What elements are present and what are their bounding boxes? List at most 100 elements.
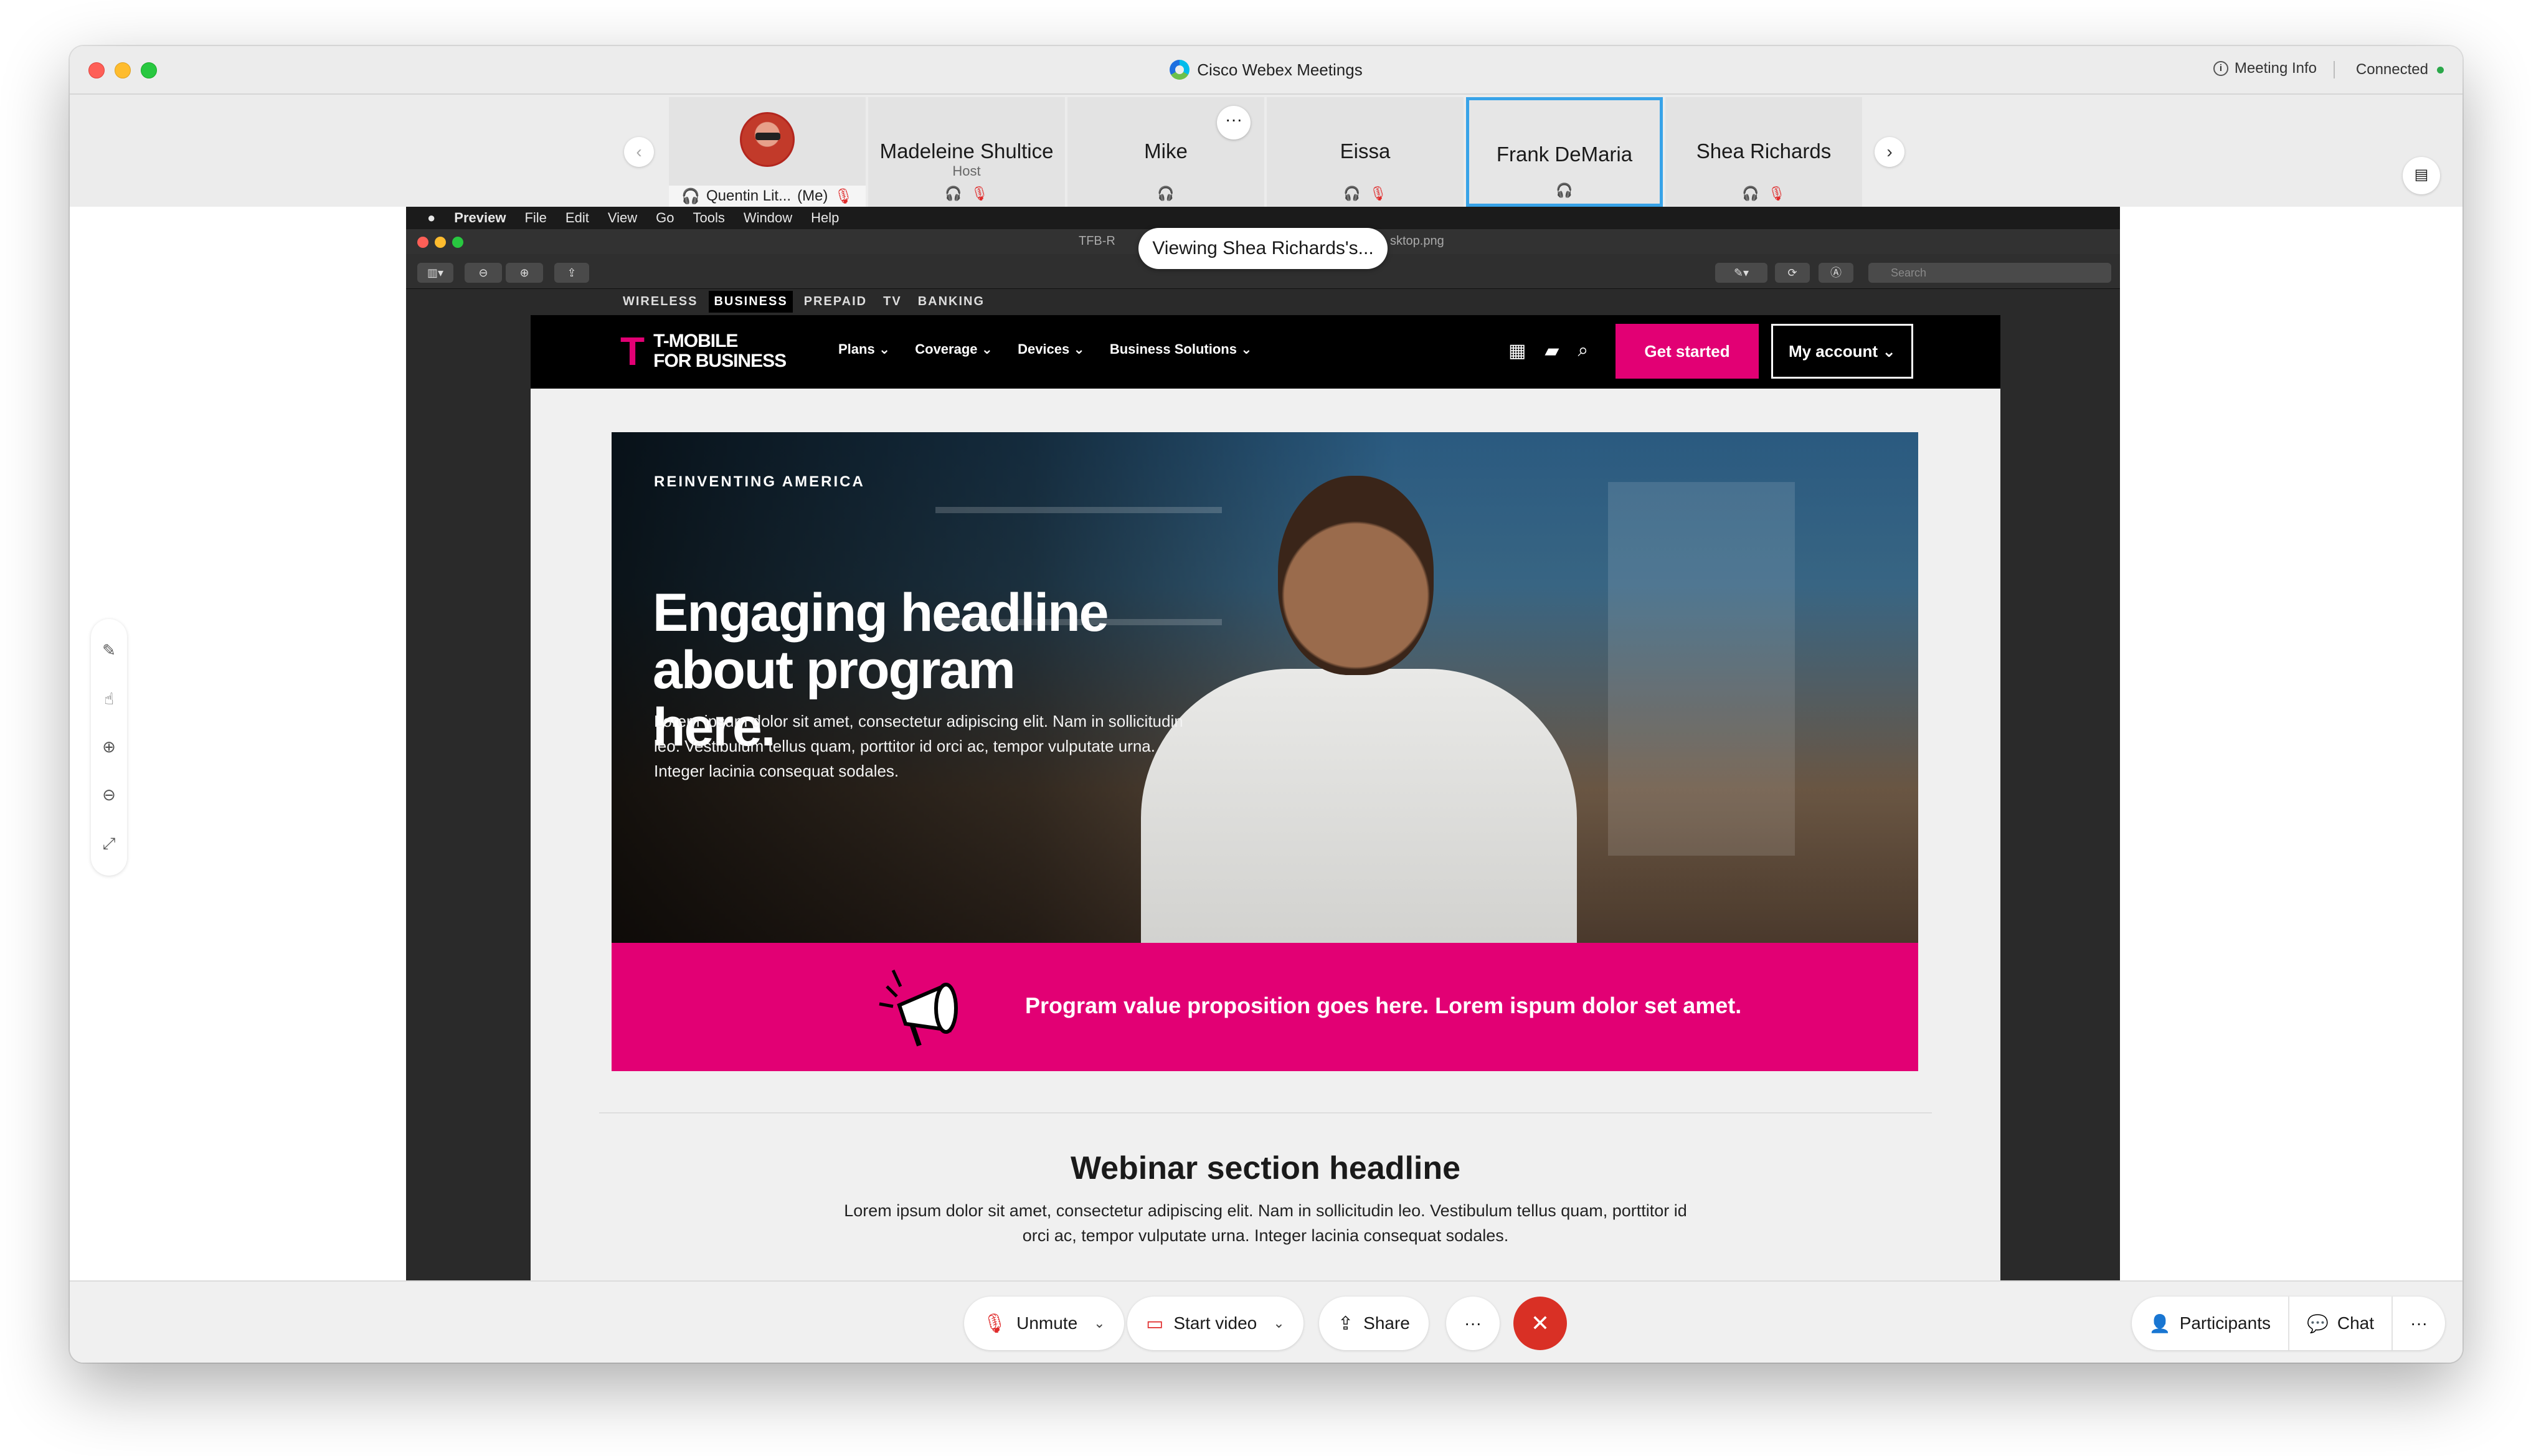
value-proposition-bar: Program value proposition goes here. Lor… — [612, 943, 1918, 1071]
participant-tile[interactable]: ··· Mike 🎧 — [1067, 97, 1264, 207]
me-suffix: (Me) — [797, 187, 828, 204]
logo-line-2: FOR BUSINESS — [653, 351, 787, 371]
strip-prev-button[interactable]: ‹ — [624, 137, 654, 167]
get-started-button: Get started — [1616, 324, 1759, 379]
hero-body: Lorem ipsum dolor sit amet, consectetur … — [654, 712, 1183, 780]
section-divider — [599, 1112, 1932, 1113]
zoom-in-icon: ⊕ — [506, 263, 543, 283]
muted-mic-icon: 🎙 — [1369, 186, 1387, 201]
meeting-info-label: Meeting Info — [2234, 60, 2317, 77]
site-nav-icons: ▦ ▰ ⌕ — [1508, 340, 1588, 362]
audio-icon: 🎧 — [1157, 186, 1175, 201]
site-top-tab: WIRELESS — [623, 294, 698, 308]
participant-tile[interactable]: Madeleine Shultice Host 🎧 🎙 — [868, 97, 1065, 207]
nav-business-solutions: Business Solutions ⌄ — [1109, 341, 1252, 357]
tmobile-t-mark: T — [620, 329, 645, 374]
connection-status-text: Connected — [2355, 61, 2428, 78]
participant-more-button[interactable]: ··· — [1217, 106, 1251, 139]
logo-line-1: T-MOBILE — [653, 331, 738, 351]
nav-plans: Plans ⌄ — [838, 341, 891, 357]
site-top-tabs: WIRELESS BUSINESS PREPAID TV BANKING — [618, 289, 990, 314]
unmute-button[interactable]: 🎙 Unmute ⌄ — [964, 1297, 1124, 1350]
more-options-button[interactable]: ··· — [1446, 1297, 1500, 1350]
panel-buttons: 👤 Participants 💬 Chat ··· — [2131, 1297, 2445, 1350]
apple-icon: ● — [427, 210, 436, 225]
zoom-out-icon[interactable]: ⊖ — [102, 785, 116, 805]
share-icon: ⇪ — [554, 263, 589, 283]
site-top-tab: BANKING — [917, 294, 985, 308]
nav-devices: Devices ⌄ — [1018, 341, 1085, 357]
annotate-icon[interactable]: ✎ — [102, 641, 116, 660]
rotate-icon: ⟳ — [1775, 263, 1810, 283]
sharing-audio-icon: 🎧 — [1742, 186, 1759, 201]
megaphone-icon — [879, 969, 958, 1047]
unmute-label: Unmute — [1016, 1313, 1078, 1333]
menu-item: Go — [656, 210, 674, 225]
participant-name: Eissa — [1340, 139, 1391, 163]
meeting-info-button[interactable]: i Meeting Info — [2213, 60, 2317, 77]
panel-more-button[interactable]: ··· — [2393, 1297, 2445, 1350]
annotation-toolbar: ✎ ☝ ⊕ ⊖ ⤢ — [91, 619, 127, 876]
title-bar: Cisco Webex Meetings i Meeting Info Conn… — [70, 46, 2462, 95]
participant-tile[interactable]: Eissa 🎧 🎙 — [1267, 97, 1464, 207]
chat-button[interactable]: 💬 Chat — [2289, 1297, 2393, 1350]
title-separator — [2334, 61, 2335, 78]
preview-search-field: Search — [1868, 263, 2111, 283]
strip-next-button[interactable]: › — [1875, 137, 1904, 167]
webex-window: Cisco Webex Meetings i Meeting Info Conn… — [70, 46, 2462, 1363]
sidebar-toggle-icon: ▥▾ — [417, 263, 453, 283]
share-icon: ⇪ — [1338, 1313, 1354, 1334]
participant-role: Host — [952, 163, 981, 179]
participant-tile[interactable]: Shea Richards 🎧 🎙 — [1665, 97, 1862, 207]
participant-name: Quentin Lit... — [706, 187, 792, 204]
fit-screen-icon[interactable]: ⤢ — [103, 834, 116, 854]
hero-person-body — [1141, 669, 1577, 943]
start-video-label: Start video — [1173, 1313, 1257, 1333]
menu-item: File — [524, 210, 547, 225]
audio-icon: 🎧 — [945, 186, 962, 201]
site-top-tab: PREPAID — [803, 294, 868, 308]
webinar-body: Lorem ipsum dolor sit amet, consectetur … — [844, 1201, 1687, 1245]
chat-bubble-icon: ▰ — [1545, 341, 1559, 361]
hero-shelf — [935, 507, 1222, 513]
value-proposition-text: Program value proposition goes here. Lor… — [1025, 993, 1742, 1018]
webex-logo-icon — [1170, 60, 1190, 80]
share-button[interactable]: ⇪ Share — [1319, 1297, 1429, 1350]
remote-control-icon[interactable]: ☝ — [104, 689, 114, 709]
leave-meeting-button[interactable]: ✕ — [1513, 1297, 1567, 1350]
chat-label: Chat — [2337, 1313, 2375, 1333]
shared-screen: ● Preview File Edit View Go Tools Window… — [406, 207, 2120, 1280]
muted-mic-icon: 🎙 — [834, 187, 853, 205]
audio-icon: 🎧 — [1343, 186, 1361, 201]
meeting-controls: 🎙 Unmute ⌄ ▭ Start video ⌄ ⇪ Share ··· ✕… — [70, 1280, 2462, 1363]
preview-file-name-left: TFB-R — [1079, 234, 1115, 248]
audio-icon: 🎧 — [1556, 182, 1573, 198]
viewing-share-banner: Viewing Shea Richards's... — [1138, 228, 1388, 269]
annotate-circle-icon: Ⓐ — [1819, 263, 1853, 283]
layout-icon[interactable]: ▤ — [2403, 157, 2440, 194]
preview-close-dot — [417, 237, 428, 248]
info-icon: i — [2213, 61, 2228, 76]
chevron-down-icon[interactable]: ⌄ — [1094, 1315, 1105, 1331]
participant-name: Frank DeMaria — [1496, 143, 1633, 166]
start-video-button[interactable]: ▭ Start video ⌄ — [1127, 1297, 1303, 1350]
menu-item: Preview — [454, 210, 506, 225]
site-navbar: T T-MOBILE FOR BUSINESS Plans ⌄ Coverage… — [531, 315, 2000, 389]
site-nav-links: Plans ⌄ Coverage ⌄ Devices ⌄ Business So… — [838, 341, 1252, 357]
participant-name: Shea Richards — [1696, 139, 1832, 163]
participants-button[interactable]: 👤 Participants — [2132, 1297, 2289, 1350]
participant-tile-self[interactable]: 🎧 Quentin Lit... (Me) 🎙 — [669, 97, 866, 207]
chevron-down-icon[interactable]: ⌄ — [1273, 1315, 1284, 1331]
muted-mic-icon: 🎙 — [983, 1313, 1007, 1334]
audio-icon: 🎧 — [681, 187, 700, 205]
preview-file-name-right: sktop.png — [1390, 234, 1444, 248]
app-title-text: Cisco Webex Meetings — [1197, 60, 1363, 79]
menu-item: Edit — [565, 210, 589, 225]
chat-icon: 💬 — [2306, 1313, 2329, 1333]
zoom-in-icon[interactable]: ⊕ — [102, 737, 116, 757]
menu-item: View — [607, 210, 638, 225]
hero-person-head — [1278, 476, 1434, 675]
hero-banner: REINVENTING AMERICA Engaging headline ab… — [612, 432, 1918, 943]
participant-tile-active-speaker[interactable]: Frank DeMaria 🎧 — [1466, 97, 1663, 207]
search-icon: ⌕ — [1578, 340, 1589, 361]
